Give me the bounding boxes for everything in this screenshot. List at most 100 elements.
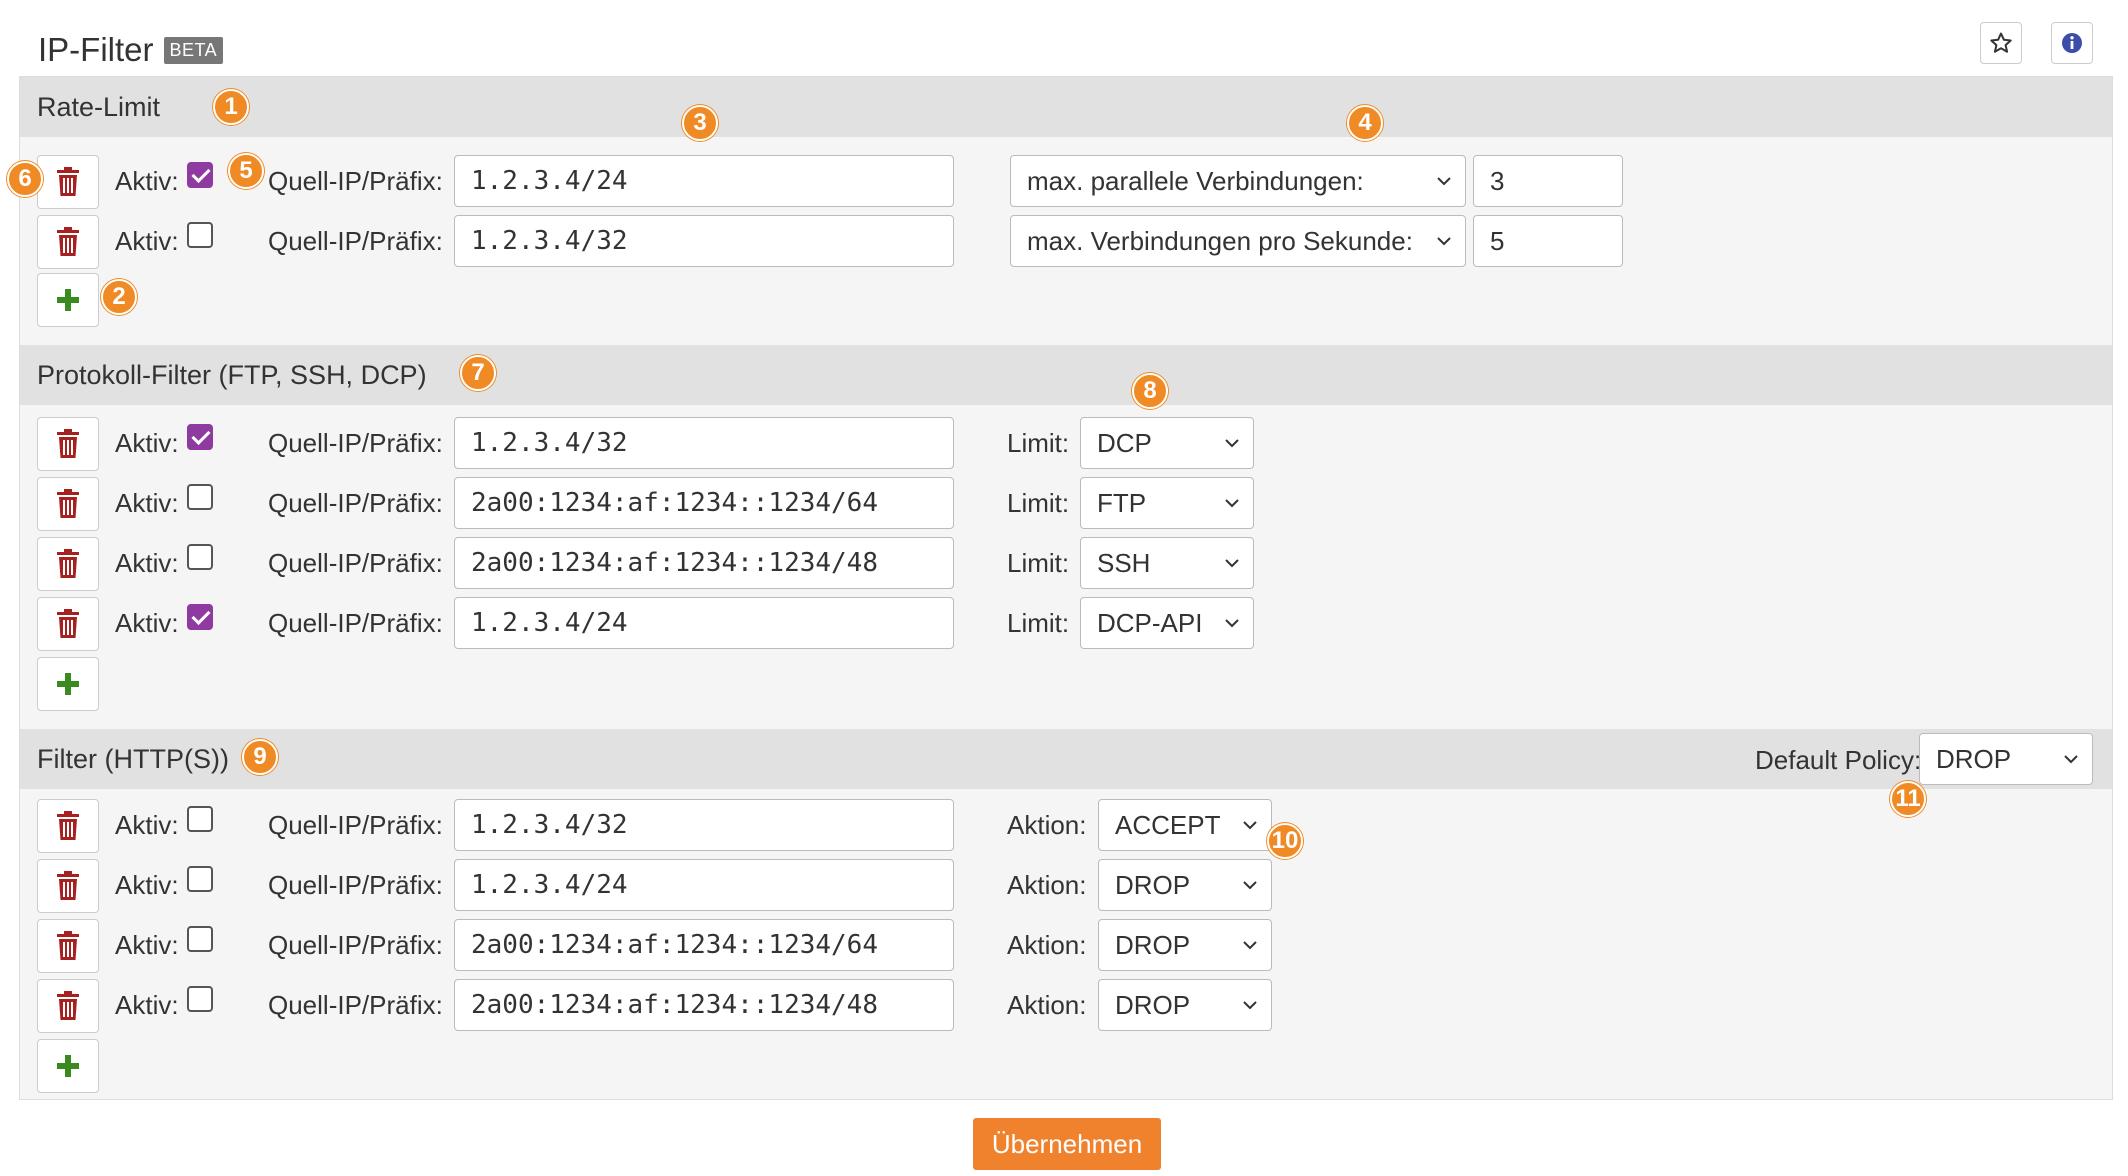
add-protocol-filter-button[interactable] bbox=[37, 657, 99, 711]
info-button[interactable] bbox=[2051, 22, 2093, 64]
marker-6: 6 bbox=[7, 161, 43, 197]
source-ip-input[interactable]: 1.2.3.4/32 bbox=[454, 799, 954, 851]
source-ip-label: Quell-IP/Präfix: bbox=[268, 608, 443, 638]
protocol-limit-value: FTP bbox=[1097, 487, 1147, 518]
protocol-filter-row-3: Aktiv: Quell-IP/Präfix: 2a00:1234:af:123… bbox=[20, 533, 2112, 593]
rate-limit-row-2: Aktiv: Quell-IP/Präfix: 1.2.3.4/32 max. … bbox=[20, 211, 2112, 271]
trash-icon bbox=[57, 549, 79, 578]
marker-10: 10 bbox=[1267, 823, 1303, 859]
default-policy-value: DROP bbox=[1936, 743, 2012, 774]
trash-icon bbox=[57, 227, 79, 256]
filter-panel: Rate-Limit 1 3 4 Aktiv: Quell-IP/Präfix:… bbox=[7, 76, 2113, 1100]
source-ip-input[interactable]: 1.2.3.4/32 bbox=[454, 215, 954, 267]
delete-row-button[interactable] bbox=[37, 799, 99, 853]
source-ip-input[interactable]: 1.2.3.4/24 bbox=[454, 597, 954, 649]
delete-row-button[interactable] bbox=[37, 417, 99, 471]
marker-2: 2 bbox=[101, 279, 137, 315]
apply-button[interactable]: Übernehmen bbox=[973, 1118, 1161, 1170]
delete-row-button[interactable] bbox=[37, 215, 99, 269]
add-rate-limit-button[interactable] bbox=[37, 273, 99, 327]
protocol-filter-row-1: Aktiv: Quell-IP/Präfix: 1.2.3.4/32 Limit… bbox=[20, 413, 2112, 473]
rate-mode-select[interactable]: max. parallele Verbindungen: bbox=[1010, 155, 1466, 207]
favorite-button[interactable] bbox=[1980, 22, 2022, 64]
add-http-filter-button[interactable] bbox=[37, 1039, 99, 1093]
source-ip-label: Quell-IP/Präfix: bbox=[268, 488, 443, 518]
rate-mode-value: max. parallele Verbindungen: bbox=[1027, 165, 1364, 196]
source-ip-input[interactable]: 2a00:1234:af:1234::1234/64 bbox=[454, 919, 954, 971]
protocol-limit-select[interactable]: FTP bbox=[1080, 477, 1254, 529]
active-label: Aktiv: bbox=[115, 548, 179, 578]
active-checkbox[interactable] bbox=[187, 162, 213, 188]
default-policy-select[interactable]: DROP bbox=[1919, 733, 2093, 785]
delete-row-button[interactable] bbox=[37, 859, 99, 913]
source-ip-input[interactable]: 2a00:1234:af:1234::1234/64 bbox=[454, 477, 954, 529]
active-checkbox[interactable] bbox=[187, 926, 213, 952]
rate-value-input[interactable]: 5 bbox=[1473, 215, 1623, 267]
http-action-select[interactable]: DROP bbox=[1098, 979, 1272, 1031]
http-action-select[interactable]: DROP bbox=[1098, 859, 1272, 911]
active-label: Aktiv: bbox=[115, 608, 179, 638]
rate-limit-header: Rate-Limit bbox=[20, 77, 2112, 137]
limit-label: Limit: bbox=[1007, 608, 1070, 638]
active-checkbox[interactable] bbox=[187, 986, 213, 1012]
protocol-limit-value: DCP-API bbox=[1097, 607, 1203, 638]
source-ip-label: Quell-IP/Präfix: bbox=[268, 428, 443, 458]
http-action-select[interactable]: ACCEPT bbox=[1098, 799, 1272, 851]
protocol-limit-value: DCP bbox=[1097, 427, 1152, 458]
trash-icon bbox=[57, 489, 79, 518]
http-filter-row-4: Aktiv: Quell-IP/Präfix: 2a00:1234:af:123… bbox=[20, 975, 2112, 1035]
http-filter-row-2: Aktiv: Quell-IP/Präfix: 1.2.3.4/24 Aktio… bbox=[20, 855, 2112, 915]
trash-icon bbox=[57, 167, 79, 196]
active-label: Aktiv: bbox=[115, 428, 179, 458]
marker-11: 11 bbox=[1890, 781, 1926, 817]
limit-label: Limit: bbox=[1007, 488, 1070, 518]
http-action-value: DROP bbox=[1115, 929, 1191, 960]
active-checkbox[interactable] bbox=[187, 544, 213, 570]
delete-row-button[interactable] bbox=[37, 477, 99, 531]
active-checkbox[interactable] bbox=[187, 222, 213, 248]
chevron-down-icon bbox=[1243, 881, 1257, 890]
protocol-limit-select[interactable]: DCP-API bbox=[1080, 597, 1254, 649]
ip-filter-page: IP-Filter BETA Rate-Limit 1 3 4 Aktiv: Q… bbox=[0, 0, 2128, 1176]
delete-row-button[interactable] bbox=[37, 537, 99, 591]
source-ip-label: Quell-IP/Präfix: bbox=[268, 226, 443, 256]
delete-row-button[interactable] bbox=[37, 919, 99, 973]
source-ip-label: Quell-IP/Präfix: bbox=[268, 930, 443, 960]
source-ip-input[interactable]: 2a00:1234:af:1234::1234/48 bbox=[454, 537, 954, 589]
http-filter-row-1: Aktiv: Quell-IP/Präfix: 1.2.3.4/32 Aktio… bbox=[20, 795, 2112, 855]
rate-mode-select[interactable]: max. Verbindungen pro Sekunde: bbox=[1010, 215, 1466, 267]
source-ip-input[interactable]: 1.2.3.4/24 bbox=[454, 155, 954, 207]
active-checkbox[interactable] bbox=[187, 604, 213, 630]
active-checkbox[interactable] bbox=[187, 424, 213, 450]
source-ip-input[interactable]: 1.2.3.4/32 bbox=[454, 417, 954, 469]
protocol-limit-select[interactable]: DCP bbox=[1080, 417, 1254, 469]
delete-row-button[interactable] bbox=[37, 979, 99, 1033]
http-action-value: ACCEPT bbox=[1115, 809, 1221, 840]
source-ip-input[interactable]: 2a00:1234:af:1234::1234/48 bbox=[454, 979, 954, 1031]
http-action-value: DROP bbox=[1115, 989, 1191, 1020]
protocol-filter-row-4: Aktiv: Quell-IP/Präfix: 1.2.3.4/24 Limit… bbox=[20, 593, 2112, 653]
rate-value-input[interactable]: 3 bbox=[1473, 155, 1623, 207]
active-label: Aktiv: bbox=[115, 488, 179, 518]
star-icon bbox=[1990, 32, 2012, 53]
active-checkbox[interactable] bbox=[187, 806, 213, 832]
active-checkbox[interactable] bbox=[187, 484, 213, 510]
chevron-down-icon bbox=[1243, 821, 1257, 830]
chevron-down-icon bbox=[1437, 177, 1451, 186]
source-ip-input[interactable]: 1.2.3.4/24 bbox=[454, 859, 954, 911]
active-label: Aktiv: bbox=[115, 810, 179, 840]
http-filter-title: Filter (HTTP(S)) bbox=[37, 743, 229, 774]
active-checkbox[interactable] bbox=[187, 866, 213, 892]
protocol-limit-select[interactable]: SSH bbox=[1080, 537, 1254, 589]
chevron-down-icon bbox=[1243, 1001, 1257, 1010]
source-ip-label: Quell-IP/Präfix: bbox=[268, 548, 443, 578]
info-icon bbox=[2062, 33, 2082, 53]
rate-limit-row-1: Aktiv: Quell-IP/Präfix: 1.2.3.4/24 max. … bbox=[20, 151, 2112, 211]
http-action-select[interactable]: DROP bbox=[1098, 919, 1272, 971]
chevron-down-icon bbox=[1225, 439, 1239, 448]
trash-icon bbox=[57, 609, 79, 638]
source-ip-label: Quell-IP/Präfix: bbox=[268, 870, 443, 900]
delete-row-button[interactable] bbox=[37, 597, 99, 651]
active-label: Aktiv: bbox=[115, 226, 179, 256]
delete-row-button[interactable] bbox=[37, 155, 99, 209]
